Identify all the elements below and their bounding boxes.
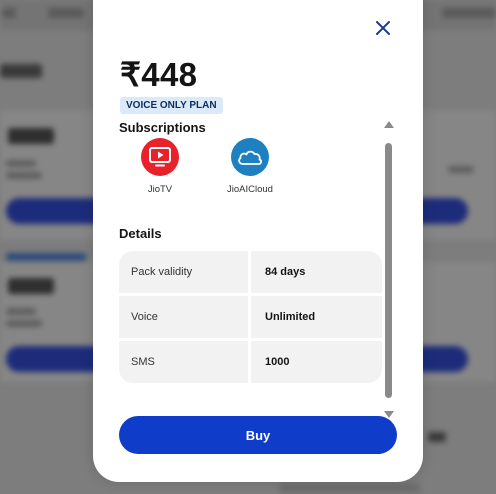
detail-value: 1000 <box>251 341 382 383</box>
background-nav-item <box>48 8 84 18</box>
detail-key: Pack validity <box>119 251 248 293</box>
detail-value: 84 days <box>251 251 382 293</box>
close-icon <box>376 21 390 35</box>
background-nav-item <box>442 8 496 18</box>
background-text-line <box>6 320 42 327</box>
subscription-label: JioAICloud <box>227 184 273 195</box>
page: ₹448 VOICE ONLY PLAN Subscriptions JioTV… <box>0 0 496 494</box>
scroll-up-arrow-icon[interactable] <box>384 121 394 128</box>
background-tag <box>6 253 86 261</box>
subscriptions-title: Subscriptions <box>119 120 206 135</box>
background-text-line <box>6 308 36 315</box>
table-row: SMS 1000 <box>119 341 382 383</box>
close-button[interactable] <box>373 18 393 38</box>
background-text-line <box>6 172 42 179</box>
subscription-jiotv[interactable]: JioTV <box>120 138 200 195</box>
background-nav-item <box>2 8 16 18</box>
details-table: Pack validity 84 days Voice Unlimited SM… <box>119 251 382 383</box>
detail-value: Unlimited <box>251 296 382 338</box>
plan-type-badge: VOICE ONLY PLAN <box>120 97 223 114</box>
scrollbar-thumb[interactable] <box>385 143 392 398</box>
jiotv-icon <box>141 138 179 176</box>
plan-price: ₹448 <box>120 56 198 93</box>
background-heading <box>0 64 42 78</box>
detail-key: Voice <box>119 296 248 338</box>
background-text <box>428 432 446 442</box>
plan-details-modal: ₹448 VOICE ONLY PLAN Subscriptions JioTV… <box>93 0 423 482</box>
background-text-line <box>6 160 36 167</box>
background-text-line <box>448 166 474 173</box>
background-text <box>280 484 420 492</box>
background-price <box>8 128 54 144</box>
detail-key: SMS <box>119 341 248 383</box>
subscription-jioaicloud[interactable]: JioAICloud <box>210 138 290 195</box>
jioaicloud-icon <box>231 138 269 176</box>
details-title: Details <box>119 226 162 241</box>
subscription-label: JioTV <box>147 184 173 195</box>
modal-scrollbar[interactable] <box>384 121 394 418</box>
buy-button[interactable]: Buy <box>119 416 397 454</box>
table-row: Pack validity 84 days <box>119 251 382 293</box>
table-row: Voice Unlimited <box>119 296 382 338</box>
background-price <box>8 278 54 294</box>
